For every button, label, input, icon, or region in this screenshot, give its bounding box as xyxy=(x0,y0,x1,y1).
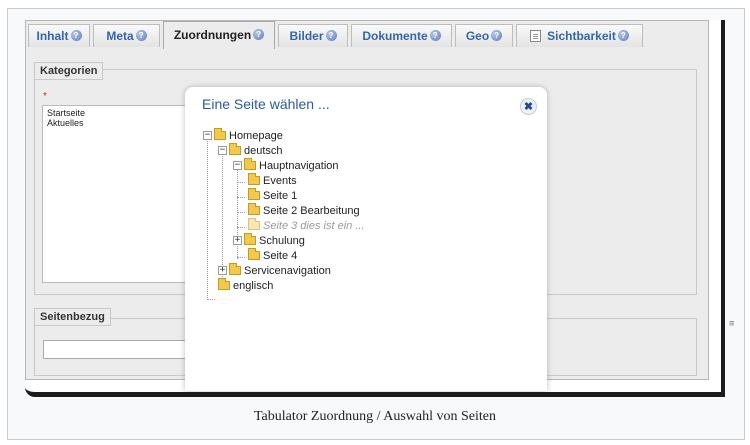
tab-bilder[interactable]: Bilder? xyxy=(278,24,348,47)
help-icon[interactable]: ? xyxy=(253,29,265,41)
tab-inhalt[interactable]: Inhalt? xyxy=(28,24,90,47)
kategorien-legend: Kategorien xyxy=(34,62,104,80)
folder-icon xyxy=(244,232,256,245)
tree-label: Seite 1 xyxy=(263,190,298,202)
tree-line xyxy=(237,182,245,183)
tree-label: Events xyxy=(263,175,297,187)
tab-sichtbarkeit[interactable]: Sichtbarkeit? xyxy=(516,24,643,47)
tree-node-schulung[interactable]: + Schulung xyxy=(233,232,305,249)
collapse-icon[interactable]: − xyxy=(233,160,242,170)
tree-line xyxy=(207,137,208,300)
page-icon xyxy=(530,29,542,42)
tree-node-englisch[interactable]: englisch xyxy=(218,277,274,294)
page-select-dialog: Eine Seite wählen ... ✖ − Homepage − deuts… xyxy=(185,87,547,391)
tree-node-seite-2[interactable]: Seite 2 Bearbeitung xyxy=(248,202,360,219)
kategorien-list[interactable]: Startseite Aktuelles xyxy=(42,105,192,283)
seitenbezug-input[interactable] xyxy=(43,340,193,359)
folder-icon xyxy=(248,247,260,260)
help-icon[interactable]: ? xyxy=(491,30,503,42)
close-icon[interactable]: ✖ xyxy=(520,98,537,115)
tab-label: Meta xyxy=(106,29,134,43)
required-marker: * xyxy=(43,91,47,102)
tab-label: Dokumente xyxy=(362,29,428,43)
tree-label: Schulung xyxy=(259,235,305,247)
folder-icon xyxy=(248,202,260,215)
tree-line xyxy=(207,299,215,300)
help-icon[interactable]: ? xyxy=(70,30,82,42)
help-icon[interactable]: ? xyxy=(135,30,147,42)
tree-label: Homepage xyxy=(229,130,283,142)
expand-icon[interactable]: + xyxy=(218,265,227,275)
dialog-title: Eine Seite wählen ... xyxy=(202,96,330,112)
help-icon[interactable]: ? xyxy=(617,30,629,42)
tab-bar: Inhalt? Meta? Zuordnungen? Bilder? Dokum… xyxy=(26,21,708,49)
tree-node-homepage[interactable]: − Homepage xyxy=(203,127,283,144)
folder-icon xyxy=(248,217,260,230)
screenshot: Inhalt? Meta? Zuordnungen? Bilder? Dokum… xyxy=(25,20,725,397)
tab-meta[interactable]: Meta? xyxy=(93,24,160,47)
folder-icon xyxy=(214,127,226,140)
seitenbezug-legend: Seitenbezug xyxy=(34,308,111,326)
tree-line xyxy=(237,197,245,198)
tree-label: Seite 4 xyxy=(263,250,298,262)
folder-icon xyxy=(229,262,241,275)
tree-node-seite-3[interactable]: Seite 3 dies ist ein ... xyxy=(248,217,365,234)
folder-icon xyxy=(229,142,241,155)
list-item[interactable]: Aktuelles xyxy=(47,118,187,128)
tab-zuordnungen[interactable]: Zuordnungen? xyxy=(163,21,275,49)
tree-line xyxy=(237,227,245,228)
caption: Tabulator Zuordnung / Auswahl von Seiten xyxy=(253,409,497,424)
help-icon[interactable]: ? xyxy=(325,30,337,42)
folder-icon xyxy=(248,172,260,185)
tree-node-seite-4[interactable]: Seite 4 xyxy=(248,247,298,264)
expand-icon[interactable]: + xyxy=(233,235,242,245)
tree-label: Seite 2 Bearbeitung xyxy=(263,205,360,217)
tree-node-servicenavigation[interactable]: + Servicenavigation xyxy=(218,262,331,279)
list-item[interactable]: Startseite xyxy=(47,108,187,118)
tab-geo[interactable]: Geo? xyxy=(455,24,513,47)
tree-label: Servicenavigation xyxy=(244,265,331,277)
collapse-icon[interactable]: − xyxy=(203,130,212,140)
tab-label: Zuordnungen xyxy=(173,28,252,42)
folder-icon xyxy=(218,277,230,290)
tab-dokumente[interactable]: Dokumente? xyxy=(351,24,452,47)
page-tree: − Homepage − deutsch − Hauptnavigation Even… xyxy=(203,126,533,376)
resize-grip-icon[interactable]: ≡ xyxy=(729,319,734,329)
collapse-icon[interactable]: − xyxy=(218,145,227,155)
folder-icon xyxy=(248,187,260,200)
tree-label: Seite 3 dies ist ein ... xyxy=(263,220,365,232)
tree-label: englisch xyxy=(233,280,274,292)
tab-label: Sichtbarkeit xyxy=(547,29,616,43)
tab-label: Inhalt xyxy=(36,29,69,43)
tree-line xyxy=(222,152,223,281)
tree-label: deutsch xyxy=(244,145,283,157)
tab-label: Geo xyxy=(465,29,490,43)
folder-icon xyxy=(244,157,256,170)
tree-label: Hauptnavigation xyxy=(259,160,339,172)
tab-label: Bilder xyxy=(289,29,324,43)
tree-line xyxy=(237,257,245,258)
tree-line xyxy=(237,212,245,213)
help-icon[interactable]: ? xyxy=(429,30,441,42)
